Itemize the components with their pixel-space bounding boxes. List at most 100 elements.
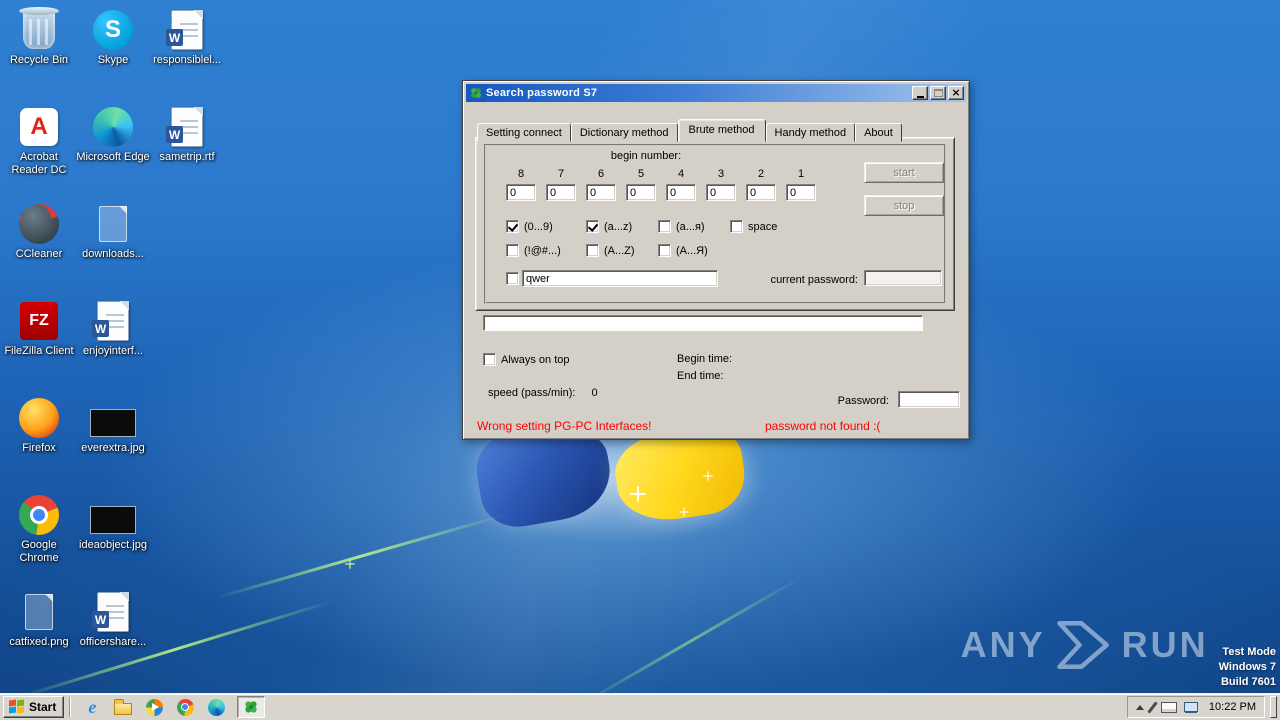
current-password-input[interactable] bbox=[864, 270, 942, 286]
show-desktop-button[interactable] bbox=[1270, 696, 1277, 718]
charset-checkbox-a-я[interactable]: (A...Я) bbox=[658, 244, 730, 257]
desktop-icon-label: Firefox bbox=[22, 442, 56, 454]
checkbox-label: (a...я) bbox=[676, 220, 705, 233]
desktop-icon-label: CCleaner bbox=[15, 248, 63, 260]
charset-checkbox-a-я[interactable]: (a...я) bbox=[658, 220, 730, 233]
word-doc-icon: W bbox=[150, 105, 224, 149]
digit-input-1[interactable] bbox=[786, 184, 816, 201]
digit-input-5[interactable] bbox=[626, 184, 656, 201]
desktop-icon-catfixed-png[interactable]: catfixed.png bbox=[2, 590, 76, 649]
sandbox-info-line: Build 7601 bbox=[1220, 676, 1276, 688]
digit-input-4[interactable] bbox=[666, 184, 696, 201]
password-input[interactable] bbox=[898, 391, 960, 408]
quicklaunch-microsoft-edge-icon[interactable] bbox=[204, 696, 228, 718]
custom-charset-input[interactable] bbox=[522, 270, 718, 287]
sandbox-info: Test Mode Windows 7 Build 7601 bbox=[1219, 645, 1276, 690]
desktop-icon-enjoyinterf[interactable]: Wenjoyinterf... bbox=[76, 299, 150, 358]
status-wrong-setting: Wrong setting PG-PC Interfaces! bbox=[477, 419, 652, 433]
digit-input-6[interactable] bbox=[586, 184, 616, 201]
desktop-icon-responsiblel[interactable]: Wresponsiblel... bbox=[150, 8, 224, 67]
desktop-icon-recycle-bin[interactable]: Recycle Bin bbox=[2, 7, 76, 67]
checkbox-label: (0...9) bbox=[524, 220, 553, 233]
progress-bar bbox=[483, 315, 923, 331]
charset-checkbox-0-9[interactable]: (0...9) bbox=[506, 220, 586, 233]
stop-button[interactable]: stop bbox=[864, 195, 944, 216]
digit-input-8[interactable] bbox=[506, 184, 536, 201]
system-tray: 10:22 PM bbox=[1126, 696, 1265, 718]
start-button[interactable]: start bbox=[864, 162, 944, 183]
digit-input-3[interactable] bbox=[706, 184, 736, 201]
desktop-icon-label: Acrobat Reader DC bbox=[11, 151, 67, 176]
pen-input-icon[interactable] bbox=[1147, 700, 1158, 714]
network-icon[interactable] bbox=[1183, 702, 1198, 712]
begin-number-label: begin number: bbox=[610, 150, 682, 162]
checkbox-icon bbox=[483, 353, 496, 366]
checkbox-label: Always on top bbox=[501, 353, 570, 366]
checkbox-label: (A...Я) bbox=[676, 244, 708, 257]
start-button-taskbar[interactable]: Start bbox=[3, 696, 65, 718]
word-doc-icon: W bbox=[150, 8, 224, 52]
window-titlebar[interactable]: Search password S7 × bbox=[466, 84, 966, 102]
desktop-icon-filezilla-client[interactable]: FZ FileZilla Client bbox=[2, 299, 76, 358]
tab-dictionary-method[interactable]: Dictionary method bbox=[570, 123, 678, 142]
checkbox-label: (a...z) bbox=[604, 220, 633, 233]
quicklaunch-internet-explorer-icon[interactable]: e bbox=[80, 696, 104, 718]
desktop-icon-ccleaner[interactable]: CCleaner bbox=[2, 202, 76, 261]
custom-charset-checkbox[interactable] bbox=[506, 272, 519, 285]
digit-position-label-2: 2 bbox=[757, 168, 765, 180]
jpg-thumb-icon bbox=[76, 396, 150, 440]
desktop-icon-label: responsiblel... bbox=[153, 54, 221, 66]
hidden-icons-chevron-icon[interactable] bbox=[1135, 701, 1144, 713]
desktop-icon-label: catfixed.png bbox=[9, 636, 69, 648]
desktop-icon-google-chrome[interactable]: Google Chrome bbox=[2, 493, 76, 565]
speed-label: speed (pass/min): bbox=[488, 387, 576, 399]
desktop-icon-skype[interactable]: S Skype bbox=[76, 8, 150, 67]
quicklaunch-media-player-icon[interactable] bbox=[142, 696, 166, 718]
begin-time-label: Begin time: bbox=[677, 353, 733, 365]
digit-position-label-4: 4 bbox=[677, 168, 685, 180]
digit-position-labels: 8 7 6 5 4 3 2 1 bbox=[506, 168, 826, 180]
desktop-icon-label: officershare... bbox=[79, 636, 147, 648]
tab-setting-connect[interactable]: Setting connect bbox=[477, 123, 571, 142]
digit-position-label-3: 3 bbox=[717, 168, 725, 180]
tab-about[interactable]: About bbox=[855, 123, 902, 142]
start-label: Start bbox=[29, 700, 57, 714]
digit-input-7[interactable] bbox=[546, 184, 576, 201]
taskbar-clock[interactable]: 10:22 PM bbox=[1205, 701, 1256, 713]
charset-checkbox-a-z[interactable]: (a...z) bbox=[586, 220, 658, 233]
quick-launch-bar: e bbox=[76, 696, 232, 718]
checkbox-icon bbox=[506, 220, 519, 233]
desktop-icon-sametrip-rtf[interactable]: Wsametrip.rtf bbox=[150, 105, 224, 164]
search-password-window: Search password S7 × Setting connect Dict… bbox=[462, 80, 970, 440]
digit-position-label-8: 8 bbox=[517, 168, 525, 180]
desktop-icon-firefox[interactable]: Firefox bbox=[2, 396, 76, 455]
minimize-button[interactable] bbox=[912, 86, 928, 100]
always-on-top-checkbox[interactable]: Always on top bbox=[483, 353, 569, 366]
desktop-icon-downloads[interactable]: downloads... bbox=[76, 202, 150, 261]
tab-handy-method[interactable]: Handy method bbox=[765, 123, 856, 142]
desktop-icon-ideaobject-jpg[interactable]: ideaobject.jpg bbox=[76, 493, 150, 552]
quicklaunch-windows-explorer-icon[interactable] bbox=[111, 696, 135, 718]
anyrun-brand: ANY RUN bbox=[961, 616, 1209, 674]
close-button[interactable]: × bbox=[948, 86, 964, 100]
app-clover-icon bbox=[245, 701, 257, 713]
speed-row: speed (pass/min): 0 bbox=[488, 387, 598, 399]
taskbar-running-app-search-password-s7[interactable] bbox=[237, 696, 266, 718]
desktop-icon-officershare[interactable]: Wofficershare... bbox=[76, 590, 150, 649]
checkbox-icon bbox=[658, 244, 671, 257]
taskbar-divider bbox=[69, 697, 72, 717]
charset-checkbox-item[interactable]: (!@#...) bbox=[506, 244, 586, 257]
desktop-icon-microsoft-edge[interactable]: Microsoft Edge bbox=[76, 105, 150, 164]
digit-input-2[interactable] bbox=[746, 184, 776, 201]
tab-brute-method[interactable]: Brute method bbox=[677, 119, 766, 142]
tab-strip: Setting connect Dictionary method Brute me… bbox=[477, 119, 902, 142]
charset-checkbox-space[interactable]: space bbox=[730, 220, 802, 233]
maximize-button[interactable] bbox=[930, 86, 946, 100]
taskbar: Start e 10:22 PM bbox=[0, 693, 1280, 720]
desktop-icon-everextra-jpg[interactable]: everextra.jpg bbox=[76, 396, 150, 455]
desktop-icon-acrobat-reader-dc[interactable]: A Acrobat Reader DC bbox=[2, 105, 76, 177]
charset-checkbox-a-z[interactable]: (A...Z) bbox=[586, 244, 658, 257]
quicklaunch-google-chrome-icon[interactable] bbox=[173, 696, 197, 718]
touch-keyboard-icon[interactable] bbox=[1160, 701, 1177, 713]
anyrun-brand-left: ANY bbox=[960, 624, 1046, 665]
